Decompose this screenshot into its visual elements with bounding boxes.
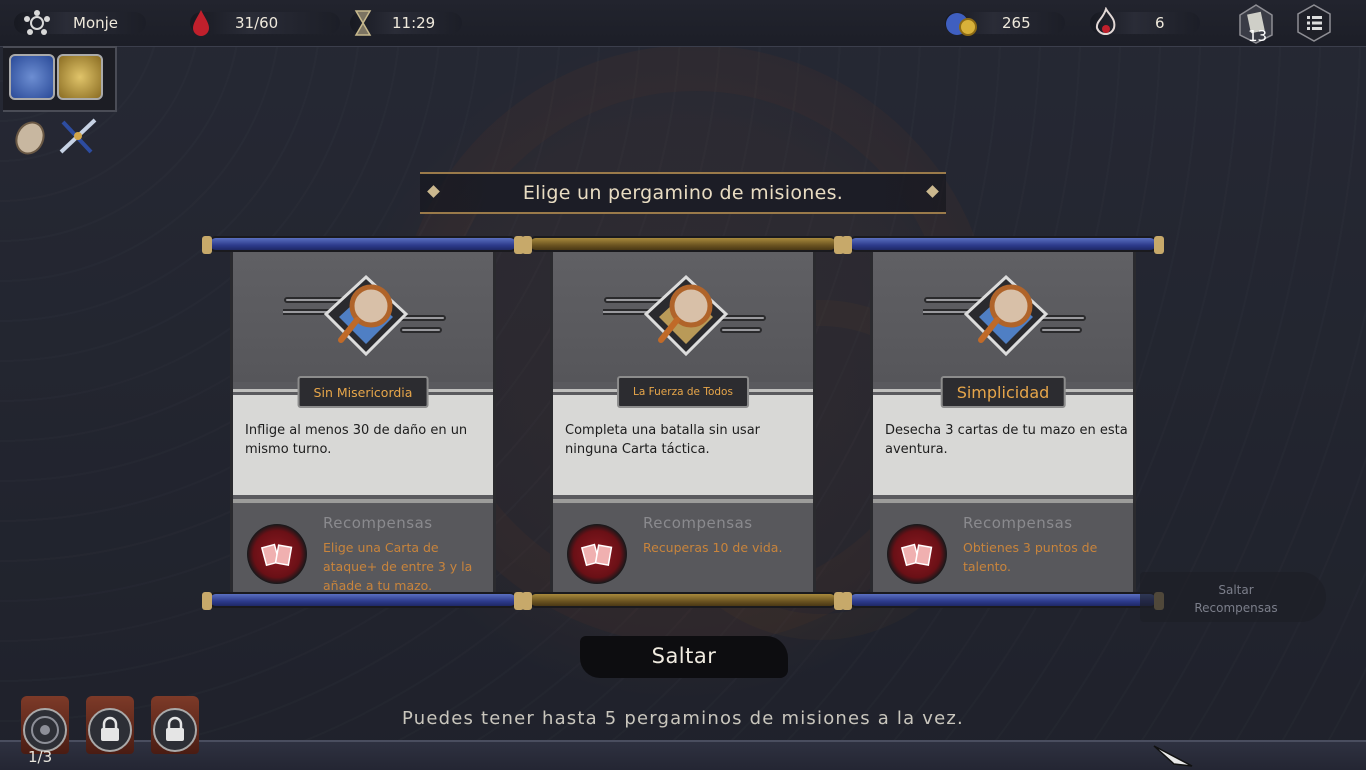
blood-drop-icon [193,10,209,36]
magnifying-glass-emblem-icon [283,274,446,357]
coin-pouch-icon [946,13,977,36]
mission-slot-1[interactable] [21,696,69,754]
character-name: Monje [73,14,119,32]
mission-slot-count: 1/3 [28,748,53,766]
gift-reward-icon [247,524,307,584]
scroll-paper: Desecha 3 cartas de tu mazo en esta aven… [870,252,1136,598]
scroll-paper: Completa una batalla sin usar ninguna Ca… [550,252,816,598]
health-value: 31/60 [235,14,279,32]
reward-label: Recompensas [643,514,753,532]
menu-button[interactable] [1294,3,1334,43]
scroll-top-rod [842,236,1164,254]
skip-button[interactable]: Saltar [580,636,788,678]
mission-scroll-2[interactable]: Completa una batalla sin usar ninguna Ca… [522,236,844,612]
title-banner: Elige un pergamino de misiones. [420,172,946,214]
reward-text: Obtienes 3 puntos de talento. [963,540,1098,574]
deck-count: 13 [1248,27,1268,45]
reward-label: Recompensas [323,514,433,532]
mission-title: Simplicidad [940,376,1066,408]
scroll-top-rod [202,236,524,254]
scroll-bottom-rod [522,592,844,610]
mission-description: Inflige al menos 30 de daño en un mismo … [245,423,468,457]
flame-icon [1095,7,1116,35]
info-text: Puedes tener hasta 5 pergaminos de misio… [402,708,964,729]
reward-label: Recompensas [963,514,1073,532]
meditating-monk-relic-icon[interactable] [57,54,103,100]
mission-description: Desecha 3 cartas de tu mazo en esta aven… [885,423,1128,457]
mission-slot-2[interactable] [86,696,134,754]
crossed-daggers-relic-icon[interactable] [55,114,101,158]
mouse-cursor-icon [1153,745,1193,767]
lock-icon [153,708,197,752]
reward-text: Elige una Carta de ataque+ de entre 3 y … [323,540,473,593]
scroll-top-rod [522,236,844,254]
relic-panel [3,46,117,112]
mission-title: La Fuerza de Todos [617,376,749,408]
mission-title: Sin Misericordia [297,376,429,408]
mission-slot-3[interactable] [151,696,199,754]
scroll-bottom-rod [842,592,1164,610]
gourd-relic-icon[interactable] [10,112,50,158]
skip-button-label: Saltar [651,644,717,668]
ice-fist-relic-icon[interactable] [9,54,55,100]
magnifying-glass-emblem-icon [603,274,766,357]
reward-text: Recuperas 10 de vida. [643,540,783,555]
hourglass-icon [354,10,372,36]
scroll-paper: Inflige al menos 30 de daño en un mismo … [230,252,496,598]
time-value: 11:29 [392,14,436,32]
gift-reward-icon [887,524,947,584]
lock-icon [88,708,132,752]
top-bar: Monje 31/60 11:29 265 6 13 [0,0,1366,47]
skip-rewards-button: Saltar Recompensas [1140,572,1326,622]
gift-reward-icon [567,524,627,584]
lotus-icon[interactable] [22,9,52,37]
banner-title: Elige un pergamino de misiones. [522,182,844,204]
scroll-bottom-rod [202,592,524,610]
mission-description: Completa una batalla sin usar ninguna Ca… [565,423,761,457]
deck-button[interactable]: 13 [1236,3,1276,45]
mission-scroll-icon [23,708,67,752]
talent-value: 6 [1155,14,1165,32]
mission-scroll-3[interactable]: Desecha 3 cartas de tu mazo en esta aven… [842,236,1164,612]
skip-rewards-label: Saltar Recompensas [1194,583,1278,615]
list-menu-icon [1297,4,1331,42]
gold-value: 265 [1002,14,1031,32]
mission-scroll-1[interactable]: Inflige al menos 30 de daño en un mismo … [202,236,524,612]
magnifying-glass-emblem-icon [923,274,1086,357]
